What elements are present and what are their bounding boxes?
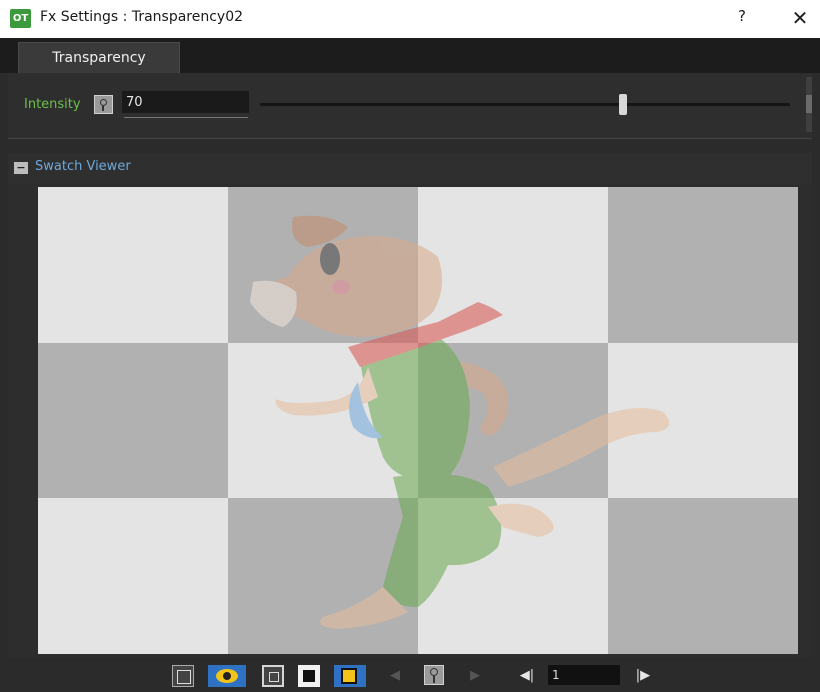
close-button[interactable]: ✕	[788, 6, 812, 30]
previous-key-icon[interactable]: ◀	[384, 665, 406, 687]
eye-icon	[216, 669, 238, 683]
checkerboard-background-icon[interactable]	[334, 665, 366, 687]
black-background-icon[interactable]	[298, 665, 320, 687]
field-underline	[124, 117, 248, 118]
last-frame-icon[interactable]: |▶	[632, 665, 654, 687]
viewer-toolbar: ◀ ▶ ◀| |▶	[0, 658, 820, 692]
intensity-field[interactable]	[122, 91, 249, 113]
swatch-viewer-header: − Swatch Viewer	[8, 153, 812, 183]
set-key-icon[interactable]	[94, 95, 113, 114]
collapse-toggle-icon[interactable]: −	[14, 162, 28, 174]
title-bar: OT Fx Settings : Transparency02 ? ✕	[0, 0, 820, 38]
tab-bar: Transparency	[0, 38, 820, 74]
app-logo-icon: OT	[10, 9, 31, 28]
scrollbar-thumb[interactable]	[806, 95, 812, 113]
panel-scrollbar[interactable]	[806, 77, 812, 132]
window-title: Fx Settings : Transparency02	[40, 9, 244, 25]
swatch-viewer[interactable]	[38, 187, 798, 654]
intensity-slider[interactable]	[260, 103, 790, 106]
intensity-label: Intensity	[24, 97, 81, 112]
next-key-icon[interactable]: ▶	[464, 665, 486, 687]
first-frame-icon[interactable]: ◀|	[516, 665, 538, 687]
intensity-slider-handle[interactable]	[619, 94, 627, 115]
help-button[interactable]: ?	[732, 7, 752, 29]
frame-number-field[interactable]	[548, 665, 620, 685]
keyframe-icon[interactable]	[424, 665, 444, 685]
white-background-icon[interactable]	[262, 665, 284, 687]
preview-toggle-button[interactable]	[208, 665, 246, 687]
preview-character-image	[250, 215, 670, 629]
parameters-panel: Intensity	[8, 73, 812, 139]
fit-to-window-icon[interactable]	[172, 665, 194, 687]
swatch-viewer-title: Swatch Viewer	[35, 159, 131, 174]
tab-transparency[interactable]: Transparency	[18, 42, 180, 74]
